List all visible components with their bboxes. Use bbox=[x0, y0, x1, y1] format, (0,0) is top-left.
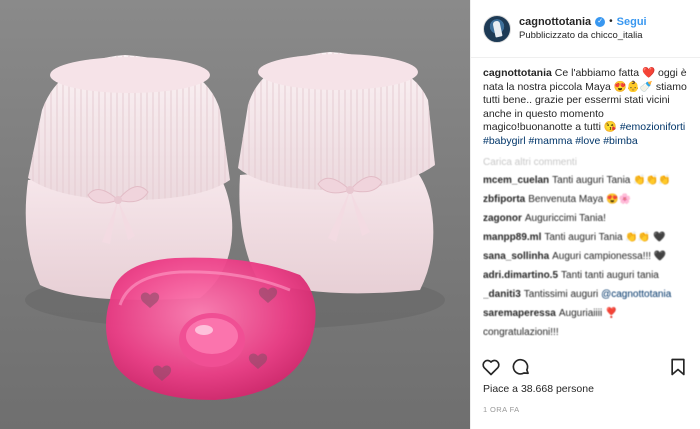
comment-username[interactable]: _daniti3 bbox=[483, 289, 521, 300]
comment-mention-link[interactable]: @cagnottotania bbox=[601, 289, 671, 300]
comment-bubble-icon[interactable] bbox=[511, 357, 531, 377]
sponsored-prefix: Pubblicizzato da bbox=[519, 29, 589, 41]
comment-username[interactable]: manpp89.ml bbox=[483, 232, 541, 243]
post-photo[interactable] bbox=[0, 0, 470, 429]
post-header: cagnottotania ✓ • Segui Pubblicizzato da… bbox=[471, 0, 700, 58]
comment-text: Tanti auguri Tania 👏👏 🖤 bbox=[544, 231, 666, 243]
comment-list: mcem_cuelan Tanti auguri Tania 👏👏👏 zbfipor… bbox=[483, 174, 692, 339]
comment-text: Auguriccimi Tania! bbox=[524, 212, 606, 224]
action-bar bbox=[481, 356, 690, 378]
comment-row: manpp89.ml Tanti auguri Tania 👏👏 🖤 bbox=[483, 231, 692, 244]
header-text: cagnottotania ✓ • Segui Pubblicizzato da… bbox=[519, 15, 647, 43]
load-more-comments-link[interactable]: Carica altri commenti bbox=[483, 157, 692, 168]
comment-row: congratulazioni!!! bbox=[483, 326, 692, 339]
pacifier bbox=[106, 257, 316, 400]
caption-username[interactable]: cagnottotania bbox=[483, 67, 552, 79]
avatar[interactable] bbox=[483, 14, 511, 43]
comment-row: adri.dimartino.5 Tanti tanti auguri tania bbox=[483, 269, 692, 282]
sponsored-line: Pubblicizzato da chicco_italia bbox=[519, 29, 647, 43]
post-caption: cagnottotania Ce l'abbiamo fatta ❤️ oggi… bbox=[483, 67, 692, 149]
comment-text: congratulazioni!!! bbox=[483, 326, 559, 338]
comment-username[interactable]: saremaperessa bbox=[483, 308, 556, 319]
separator-dot: • bbox=[609, 15, 613, 27]
comment-username[interactable]: zagonor bbox=[483, 213, 522, 224]
comment-row: zagonor Auguriccimi Tania! bbox=[483, 212, 692, 225]
comment-username[interactable]: zbfiporta bbox=[483, 194, 525, 205]
comment-row: _daniti3 Tantissimi auguri @cagnottotania bbox=[483, 288, 692, 301]
comments-section: cagnottotania Ce l'abbiamo fatta ❤️ oggi… bbox=[483, 67, 692, 349]
username-link[interactable]: cagnottotania bbox=[519, 15, 591, 29]
follow-button[interactable]: Segui bbox=[617, 15, 647, 29]
verified-badge-icon: ✓ bbox=[595, 16, 606, 27]
baby-booties-pacifier-image bbox=[25, 52, 445, 400]
comment-text: Benvenuta Maya 😍🌸 bbox=[528, 193, 631, 205]
comment-row: zbfiporta Benvenuta Maya 😍🌸 bbox=[483, 193, 692, 206]
bookmark-icon[interactable] bbox=[668, 357, 688, 377]
header-row: cagnottotania ✓ • Segui bbox=[519, 15, 647, 29]
comment-text: Tanti auguri Tania 👏👏👏 bbox=[552, 174, 671, 186]
comment-row: sana_sollinha Auguri campionessa!!! 🖤 bbox=[483, 250, 692, 263]
comment-text: Auguriaiiii ❣️ bbox=[558, 307, 618, 319]
comment-username[interactable]: adri.dimartino.5 bbox=[483, 270, 558, 281]
post-side-panel: cagnottotania ✓ • Segui Pubblicizzato da… bbox=[470, 0, 700, 429]
post-timestamp: 1 ORA FA bbox=[483, 405, 520, 414]
likes-count[interactable]: Piace a 38.668 persone bbox=[483, 383, 594, 395]
comment-row: saremaperessa Auguriaiiii ❣️ bbox=[483, 307, 692, 320]
comment-username[interactable]: mcem_cuelan bbox=[483, 175, 549, 186]
comment-text: Tantissimi auguri bbox=[523, 288, 602, 300]
comment-row: mcem_cuelan Tanti auguri Tania 👏👏👏 bbox=[483, 174, 692, 187]
comment-text: Tanti tanti auguri tania bbox=[561, 269, 659, 281]
comment-text: Auguri campionessa!!! 🖤 bbox=[552, 250, 667, 262]
instagram-post: cagnottotania ✓ • Segui Pubblicizzato da… bbox=[0, 0, 700, 429]
sponsor-link[interactable]: chicco_italia bbox=[591, 30, 643, 41]
heart-icon[interactable] bbox=[481, 357, 501, 377]
comment-username[interactable]: sana_sollinha bbox=[483, 251, 549, 262]
